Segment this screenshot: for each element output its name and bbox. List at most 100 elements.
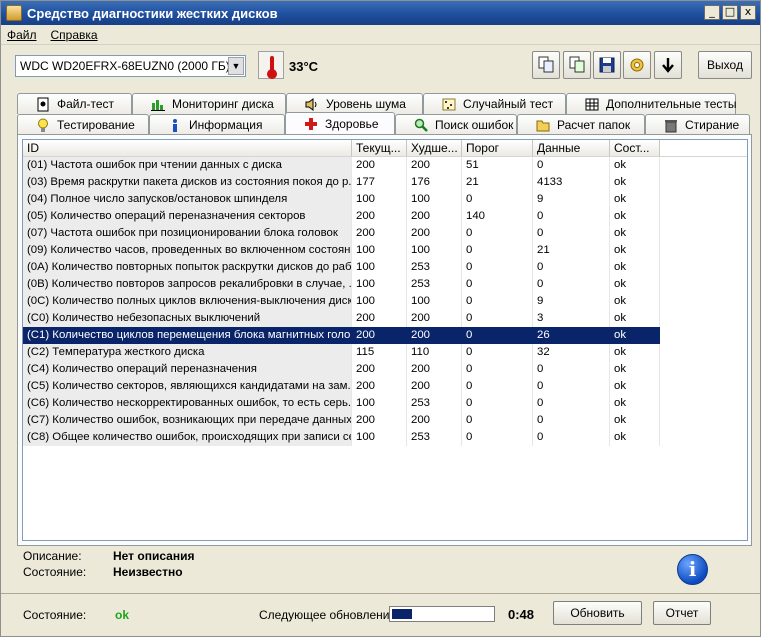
progress-fill [392,609,412,619]
tab-information[interactable]: Информация [149,114,285,135]
disk-select-value: WDC WD20EFRX-68EUZN0 (2000 ГБ) [20,59,230,73]
health-panel: ID Текущ... Худше... Порог Данные Сост..… [17,134,752,546]
cell-data: 0 [533,378,610,395]
table-row[interactable]: (09) Количество часов, проведенных во вк… [23,242,747,259]
cell-worst: 200 [407,361,462,378]
table-row[interactable]: (C0) Количество небезопасных выключений 2… [23,310,747,327]
cell-status: ok [610,276,660,293]
refresh-button[interactable]: Обновить [553,601,642,625]
cell-threshold: 0 [462,395,533,412]
table-row[interactable]: (C8) Общее количество ошибок, происходящ… [23,429,747,446]
temperature-value: 33°C [289,59,319,74]
cell-status: ok [610,361,660,378]
cell-id: (C1) Количество циклов перемещения блока… [23,327,352,344]
cell-status: ok [610,395,660,412]
table-row[interactable]: (0B) Количество повторов запросов рекали… [23,276,747,293]
cell-worst: 200 [407,412,462,429]
tab-extra-tests[interactable]: Дополнительные тесты [566,93,736,114]
cell-current: 100 [352,259,407,276]
cell-current: 200 [352,327,407,344]
save-button[interactable] [593,51,621,79]
table-row[interactable]: (0A) Количество повторных попыток раскру… [23,259,747,276]
table-row[interactable]: (C4) Количество операций переназначения 2… [23,361,747,378]
trash-icon [664,118,678,133]
cell-id: (04) Полное число запусков/остановок шпи… [23,191,352,208]
cell-worst: 110 [407,344,462,361]
cell-threshold: 0 [462,225,533,242]
tab-disk-monitoring[interactable]: Мониторинг диска [132,93,286,114]
table-row[interactable]: (C1) Количество циклов перемещения блока… [23,327,747,344]
cell-status: ok [610,157,660,174]
copy-button[interactable] [532,51,560,79]
minimize-button[interactable]: _ [704,5,720,20]
cell-status: ok [610,259,660,276]
menu-help[interactable]: Справка [51,28,98,42]
menu-bar: Файл Справка [1,25,760,45]
tab-label: Здоровье [325,117,379,131]
cell-status: ok [610,225,660,242]
table-row[interactable]: (03) Время раскрутки пакета дисков из со… [23,174,747,191]
report-button[interactable]: Отчет [653,601,711,625]
cell-id: (01) Частота ошибок при чтении данных с … [23,157,352,174]
cell-current: 200 [352,310,407,327]
cell-threshold: 0 [462,310,533,327]
smart-table[interactable]: ID Текущ... Худше... Порог Данные Сост..… [22,139,748,541]
chevron-down-icon[interactable]: ▼ [228,57,244,75]
settings-button[interactable] [623,51,651,79]
cell-status: ok [610,242,660,259]
tab-label: Уровень шума [326,97,406,111]
tab-label: Расчет папок [557,118,631,132]
cell-worst: 100 [407,242,462,259]
column-header-threshold[interactable]: Порог [462,140,533,156]
tab-folder-calc[interactable]: Расчет папок [517,114,645,135]
tab-error-scan[interactable]: Поиск ошибок [395,114,517,135]
table-row[interactable]: (C5) Количество секторов, являющихся кан… [23,378,747,395]
cell-id: (C2) Температура жесткого диска [23,344,352,361]
tab-health[interactable]: Здоровье [285,112,395,135]
close-button[interactable]: x [740,5,756,20]
column-header-data[interactable]: Данные [533,140,610,156]
column-header-id[interactable]: ID [23,140,352,156]
speaker-icon [305,97,319,112]
tab-noise-level[interactable]: Уровень шума [286,93,423,114]
details-area: Описание: Нет описания Состояние: Неизве… [23,549,523,581]
tab-file-test[interactable]: Файл-тест [17,93,132,114]
cell-id: (C6) Количество нескорректированных ошиб… [23,395,352,412]
cell-id: (03) Время раскрутки пакета дисков из со… [23,174,352,191]
menu-file[interactable]: Файл [7,28,37,42]
column-header-worst[interactable]: Худше... [407,140,462,156]
tab-testing[interactable]: Тестирование [17,114,149,135]
download-button[interactable] [654,51,682,79]
cell-current: 200 [352,361,407,378]
window-title: Средство диагностики жестких дисков [27,5,278,21]
tab-erase[interactable]: Стирание [645,114,750,135]
cell-status: ok [610,429,660,446]
table-row[interactable]: (0C) Количество полных циклов включения-… [23,293,747,310]
table-row[interactable]: (05) Количество операций переназначения … [23,208,747,225]
tab-row-2: Тестирование Информация Здоровье Поиск о… [17,112,750,135]
table-row[interactable]: (C2) Температура жесткого диска 115 110 0 32… [23,344,747,361]
disk-select[interactable]: WDC WD20EFRX-68EUZN0 (2000 ГБ) ▼ [15,55,246,77]
cell-id: (09) Количество часов, проведенных во вк… [23,242,352,259]
exit-button[interactable]: Выход [698,51,752,79]
cell-threshold: 0 [462,412,533,429]
status-value: ok [115,608,130,622]
table-row[interactable]: (C7) Количество ошибок, возникающих при … [23,412,747,429]
cell-id: (07) Частота ошибок при позиционировании… [23,225,352,242]
table-row[interactable]: (01) Частота ошибок при чтении данных с … [23,157,747,174]
cell-data: 0 [533,208,610,225]
info-icon[interactable]: i [677,554,708,585]
status-bar: Состояние: ok Следующее обновление: 0:48… [1,598,760,634]
column-header-current[interactable]: Текущ... [352,140,407,156]
toolbar: WDC WD20EFRX-68EUZN0 (2000 ГБ) ▼ 33°C Вы… [1,45,760,85]
table-row[interactable]: (04) Полное число запусков/остановок шпи… [23,191,747,208]
table-row[interactable]: (C6) Количество нескорректированных ошиб… [23,395,747,412]
table-row[interactable]: (07) Частота ошибок при позиционировании… [23,225,747,242]
copy-all-button[interactable] [563,51,591,79]
countdown-timer: 0:48 [508,607,535,622]
copy-icon [538,56,554,73]
tab-random-test[interactable]: Случайный тест [423,93,566,114]
column-header-status[interactable]: Сост... [610,140,660,156]
tab-label: Дополнительные тесты [606,97,737,111]
maximize-button[interactable]: □ [722,5,738,20]
